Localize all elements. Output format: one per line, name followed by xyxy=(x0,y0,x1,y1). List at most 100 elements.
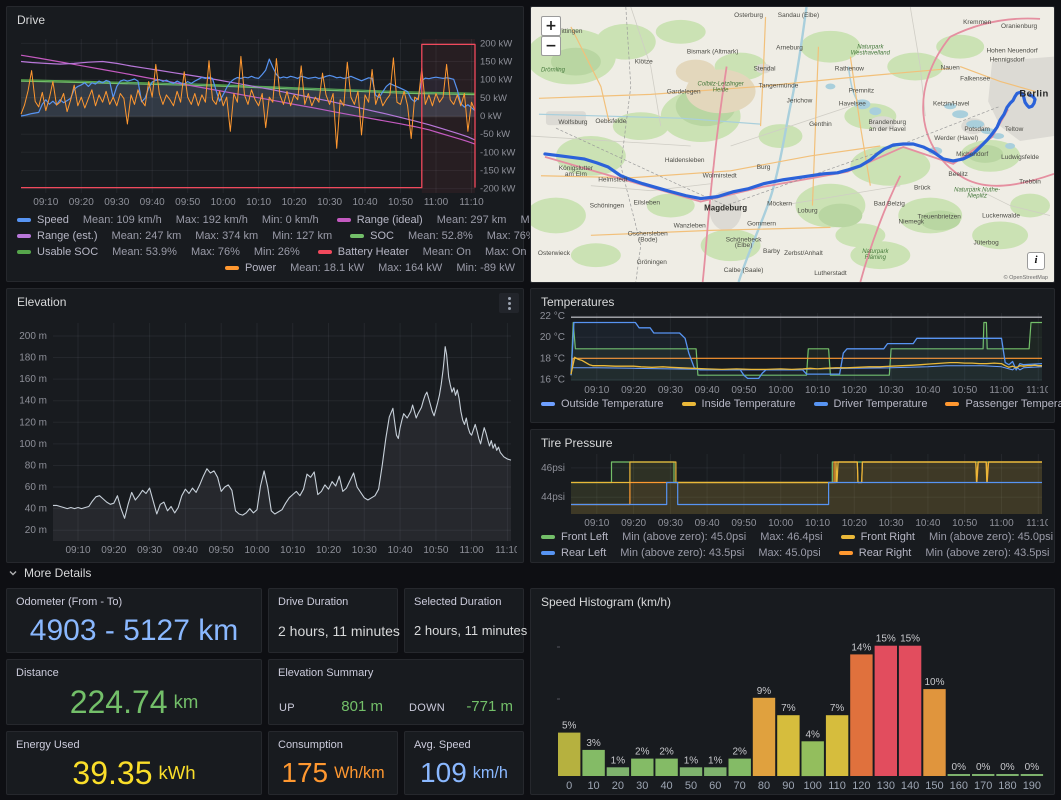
legend-item[interactable]: SpeedMean: 109 km/hMax: 192 km/hMin: 0 k… xyxy=(17,213,319,227)
legend-item[interactable]: Rear LeftMin (above zero): 43.5psiMax: 4… xyxy=(541,546,821,560)
map-label: Premnitz xyxy=(849,87,875,94)
svg-text:200 m: 200 m xyxy=(19,331,47,342)
panel-temperatures: Temperatures 09:1009:2009:3009:4009:5010… xyxy=(530,288,1055,423)
svg-text:10:10: 10:10 xyxy=(246,197,271,208)
svg-text:10:40: 10:40 xyxy=(388,545,413,556)
map-label: Ketzin/Havel xyxy=(933,100,969,107)
stat-unit: kWh xyxy=(158,762,195,784)
drive-chart[interactable]: 09:1009:2009:3009:4009:5010:0010:1010:20… xyxy=(15,33,521,209)
map-label: Eilsleben xyxy=(634,200,661,207)
legend-item[interactable]: PowerMean: 18.1 kWMax: 164 kWMin: -89 kW xyxy=(225,261,515,275)
svg-text:10:00: 10:00 xyxy=(768,518,793,528)
panel-map: + − i © OpenStreetMap xyxy=(530,6,1055,283)
svg-text:09:40: 09:40 xyxy=(140,197,165,208)
more-details-row-toggle[interactable]: More Details xyxy=(8,566,91,580)
svg-text:09:40: 09:40 xyxy=(695,385,720,395)
legend-item[interactable]: Passenger Temperature xyxy=(945,397,1061,411)
svg-text:10:40: 10:40 xyxy=(352,197,377,208)
stat-value: 39.35kWh xyxy=(7,756,261,790)
panel-menu-icon[interactable] xyxy=(499,293,519,313)
svg-text:10:10: 10:10 xyxy=(805,385,830,395)
elevation-svg: 09:1009:2009:3009:4009:5010:0010:1010:20… xyxy=(15,315,517,559)
map-label: Arneburg xyxy=(776,45,803,52)
legend-marker xyxy=(541,535,555,539)
legend-marker xyxy=(337,218,351,222)
svg-text:-200 kW: -200 kW xyxy=(480,184,515,195)
legend-item[interactable]: Front RightMin (above zero): 45.0psiMax:… xyxy=(841,530,1061,544)
stat-value: 224.74km xyxy=(7,684,261,720)
route-map[interactable]: WittingenOsterburgSandau (Elbe)KremmenOr… xyxy=(531,7,1054,282)
elevation-chart[interactable]: 09:1009:2009:3009:4009:5010:0010:1010:20… xyxy=(15,315,517,559)
svg-text:10:20: 10:20 xyxy=(282,197,307,208)
tire-pressure-chart[interactable]: 09:1009:2009:3009:4009:5010:0010:1010:20… xyxy=(539,450,1048,528)
temperatures-chart[interactable]: 09:1009:2009:3009:4009:5010:0010:1010:20… xyxy=(539,309,1048,395)
legend-marker xyxy=(17,234,31,238)
svg-text:0 kW: 0 kW xyxy=(480,111,502,122)
stat-label: Consumption xyxy=(269,732,397,751)
elevation-down: DOWN -771 m xyxy=(409,698,513,715)
svg-text:60: 60 xyxy=(709,780,721,792)
stat-label: Odometer (From - To) xyxy=(7,589,261,608)
svg-text:10:20: 10:20 xyxy=(316,545,341,556)
legend-item[interactable]: Rear RightMin (above zero): 43.5psiMax: … xyxy=(839,546,1061,560)
svg-text:170: 170 xyxy=(974,780,992,792)
legend-item[interactable]: Usable SOCMean: 53.9%Max: 76%Min: 26% xyxy=(17,245,300,259)
svg-text:10:50: 10:50 xyxy=(952,518,977,528)
map-label: Brandenburg xyxy=(869,119,907,126)
stat-distance: Distance 224.74km xyxy=(6,659,262,725)
svg-text:7%: 7% xyxy=(781,703,796,714)
legend-item[interactable]: Range (est.)Mean: 247 kmMax: 374 kmMin: … xyxy=(17,229,332,243)
speed-histogram-chart[interactable]: 5%03%101%202%302%401%501%602%709%807%904… xyxy=(539,611,1048,792)
svg-text:11:00: 11:00 xyxy=(459,545,484,556)
stat-value: 4903 - 5127 km xyxy=(7,613,261,648)
legend-marker xyxy=(17,250,31,254)
svg-text:16 °C: 16 °C xyxy=(540,374,565,385)
legend-marker xyxy=(839,551,853,555)
svg-text:10:10: 10:10 xyxy=(805,518,830,528)
panel-elevation: Elevation 09:1009:2009:3009:4009:5010:00… xyxy=(6,288,524,563)
svg-text:2%: 2% xyxy=(732,747,747,758)
map-label: Magdeburg xyxy=(704,204,747,213)
svg-text:09:20: 09:20 xyxy=(621,518,646,528)
svg-text:30: 30 xyxy=(636,780,648,792)
map-label: Trebbin xyxy=(1019,179,1041,186)
stat-label: Avg. Speed xyxy=(405,732,523,751)
stat-label: Energy Used xyxy=(7,732,261,751)
map-label: Schöningen xyxy=(590,203,625,210)
legend-marker xyxy=(350,234,364,238)
svg-text:09:20: 09:20 xyxy=(621,385,646,395)
map-zoom-in-button[interactable]: + xyxy=(541,16,561,36)
map-label: Fläming xyxy=(865,255,887,261)
legend-marker xyxy=(814,402,828,406)
svg-text:5%: 5% xyxy=(562,721,577,732)
stat-unit: km/h xyxy=(473,764,508,783)
legend-item[interactable]: Inside Temperature xyxy=(682,397,796,411)
panel-title-drive: Drive xyxy=(7,7,523,27)
legend-item[interactable]: Driver Temperature xyxy=(814,397,928,411)
map-label: Barby xyxy=(763,248,781,255)
map-label: (Elbe) xyxy=(735,242,752,249)
map-label: Lutherstadt xyxy=(814,270,847,277)
legend-marker xyxy=(945,402,959,406)
map-label: Klötze xyxy=(635,59,653,66)
svg-text:20: 20 xyxy=(612,780,624,792)
legend-item[interactable]: Front LeftMin (above zero): 45.0psiMax: … xyxy=(541,530,823,544)
svg-text:10:30: 10:30 xyxy=(879,518,904,528)
map-info-button[interactable]: i xyxy=(1027,252,1045,270)
panel-title-elevation: Elevation xyxy=(7,289,523,309)
map-label: Ludwigsfelde xyxy=(1001,154,1039,161)
map-zoom-out-button[interactable]: − xyxy=(541,36,561,56)
svg-text:120 m: 120 m xyxy=(19,417,47,428)
stat-avg-speed: Avg. Speed 109km/h xyxy=(404,731,524,795)
svg-text:20 m: 20 m xyxy=(25,525,47,536)
svg-text:09:50: 09:50 xyxy=(175,197,200,208)
temperatures-legend: Outside Temperature Inside Temperature Dri… xyxy=(541,397,1048,413)
svg-text:09:20: 09:20 xyxy=(101,545,126,556)
legend-item[interactable]: Outside Temperature xyxy=(541,397,664,411)
svg-text:44psi: 44psi xyxy=(541,492,565,503)
map-label: Brück xyxy=(914,185,931,192)
map-label: Michendorf xyxy=(956,151,988,158)
temperatures-svg: 09:1009:2009:3009:4009:5010:0010:1010:20… xyxy=(539,309,1048,395)
stat-odometer: Odometer (From - To) 4903 - 5127 km xyxy=(6,588,262,653)
svg-text:10:20: 10:20 xyxy=(842,518,867,528)
